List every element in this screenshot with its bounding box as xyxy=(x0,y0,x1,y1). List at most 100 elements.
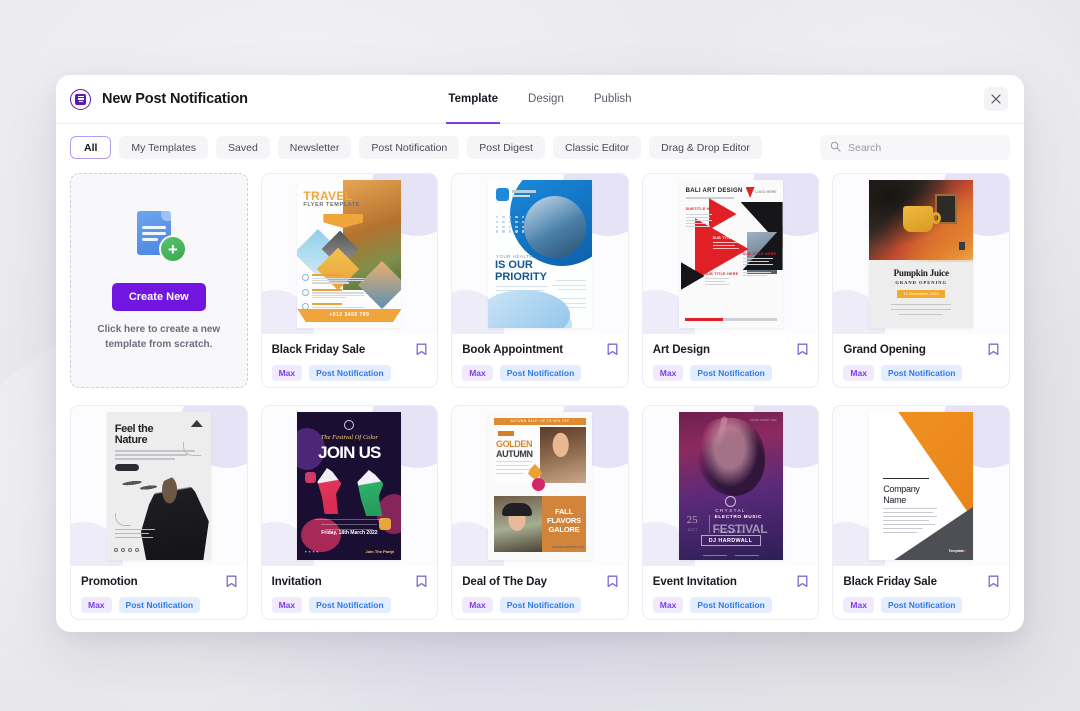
poster-logo-text: Template xyxy=(948,549,965,553)
poster-day: 25 xyxy=(686,514,698,526)
template-card[interactable]: AUTUMN SALE! UP TO 50% OFF GOLDEN AUTUMN xyxy=(451,405,629,620)
tab-template[interactable]: Template xyxy=(446,75,501,124)
poster-medical-flyer: YOUR HEALTH IS OUR PRIORITY xyxy=(487,180,592,328)
bookmark-icon[interactable] xyxy=(607,343,618,356)
template-tags: Max Post Notification xyxy=(81,597,237,613)
bookmark-icon[interactable] xyxy=(988,343,999,356)
tag-max: Max xyxy=(462,365,493,381)
filter-chip-drag-drop-editor[interactable]: Drag & Drop Editor xyxy=(649,136,762,159)
bookmark-icon[interactable] xyxy=(988,575,999,588)
poster-headline: Feel the Nature xyxy=(114,423,154,446)
poster-headline-1: GOLDEN xyxy=(495,439,533,449)
template-card[interactable]: YOUR HEALTH IS OUR PRIORITY Book Appoint… xyxy=(451,173,629,388)
filter-chip-my-templates[interactable]: My Templates xyxy=(119,136,209,159)
template-title: Promotion xyxy=(81,576,138,588)
template-card-body: Art Design Max Post Notification xyxy=(643,334,819,387)
tab-publish[interactable]: Publish xyxy=(592,75,634,124)
tag-category: Post Notification xyxy=(118,597,201,613)
poster-logo-text: LOGO HERE xyxy=(755,190,777,194)
template-tags: Max Post Notification xyxy=(271,597,428,613)
poster-feel-the-nature-flyer: Feel the Nature xyxy=(106,412,211,560)
filter-chip-classic-editor[interactable]: Classic Editor xyxy=(552,136,642,159)
bookmark-icon[interactable] xyxy=(607,575,618,588)
template-card-body: Black Friday Sale Max Post Notification xyxy=(262,334,438,387)
template-card[interactable]: Pumpkin Juice GRAND OPENING 12 November … xyxy=(832,173,1010,388)
new-post-notification-modal: New Post Notification Template Design Pu… xyxy=(56,75,1024,632)
filter-chip-saved[interactable]: Saved xyxy=(216,136,270,159)
poster-featuring: FEATURING xyxy=(717,530,744,534)
brand: New Post Notification xyxy=(70,88,248,110)
poster-headline: TRAVEL xyxy=(303,189,353,203)
template-card[interactable]: MUSIC EVENT 2022 CRYSTAL 25 OCT ELECTRO … xyxy=(641,405,820,620)
create-new-hint: Click here to create a new template from… xyxy=(97,324,221,350)
tag-max: Max xyxy=(652,597,684,613)
poster-headline: IS OUR PRIORITY xyxy=(494,259,547,283)
tag-max: Max xyxy=(652,365,684,381)
filter-chip-newsletter[interactable]: Newsletter xyxy=(277,136,352,159)
template-thumbnail: Company Name Template■ xyxy=(833,406,1009,566)
filter-chip-post-digest[interactable]: Post Digest xyxy=(467,136,545,159)
create-new-button[interactable]: Create New xyxy=(111,283,206,311)
template-grid: + Create New Click here to create a new … xyxy=(70,173,1010,620)
search-box[interactable] xyxy=(820,135,1010,160)
poster-pumpkin-juice-flyer: Pumpkin Juice GRAND OPENING 12 November … xyxy=(869,180,974,328)
template-thumbnail: Feel the Nature xyxy=(71,406,247,566)
bookmark-icon[interactable] xyxy=(797,575,808,588)
tag-max: Max xyxy=(843,597,874,613)
filter-chip-all[interactable]: All xyxy=(70,136,112,159)
poster-headline: JOIN US xyxy=(318,443,381,462)
poster-travel-flyer: TRAVEL FLYER TEMPLATE +012 3456 789 xyxy=(297,180,402,328)
filter-bar: All My Templates Saved Newsletter Post N… xyxy=(56,124,1024,171)
template-card-body: Book Appointment Max Post Notification xyxy=(452,334,628,387)
template-thumbnail: BALI ART DESIGN LOGO HERE SUBTITLE HERE xyxy=(642,174,819,334)
poster-headline: Company Name xyxy=(883,484,920,505)
poster-headline-2: AUTUMN xyxy=(495,449,533,459)
filter-chip-post-notification[interactable]: Post Notification xyxy=(359,136,460,159)
template-thumbnail: The Festival Of Color JOIN US Friday, 18… xyxy=(261,406,438,566)
search-input[interactable] xyxy=(848,141,1000,154)
template-card[interactable]: Feel the Nature Promotion Max Post Notif… xyxy=(70,405,248,620)
template-thumbnail: Pumpkin Juice GRAND OPENING 12 November … xyxy=(833,174,1009,334)
bookmark-icon[interactable] xyxy=(797,343,808,356)
template-title: Invitation xyxy=(271,576,322,588)
poster-subhead: FLYER TEMPLATE xyxy=(303,202,361,208)
template-thumbnail: MUSIC EVENT 2022 CRYSTAL 25 OCT ELECTRO … xyxy=(642,406,819,566)
tag-max: Max xyxy=(843,365,874,381)
create-new-card[interactable]: + Create New Click here to create a new … xyxy=(70,173,248,388)
tag-category: Post Notification xyxy=(880,597,963,613)
document-list-icon xyxy=(70,88,91,110)
poster-company-name-flyer: Company Name Template■ xyxy=(869,412,974,560)
template-card[interactable]: The Festival Of Color JOIN US Friday, 18… xyxy=(260,405,439,620)
poster-golden-autumn-flyer: AUTUMN SALE! UP TO 50% OFF GOLDEN AUTUMN xyxy=(487,412,592,560)
template-tags: Max Post Notification xyxy=(462,365,618,381)
poster-headline: Pumpkin Juice xyxy=(893,268,949,278)
template-tags: Max Post Notification xyxy=(843,597,999,613)
template-thumbnail: TRAVEL FLYER TEMPLATE +012 3456 789 xyxy=(261,174,438,334)
template-tags: Max Post Notification xyxy=(843,365,999,381)
tag-max: Max xyxy=(271,365,303,381)
template-card-body: Event Invitation Max Post Notification xyxy=(643,566,819,619)
poster-kicker: The Festival Of Color xyxy=(320,434,378,441)
tag-category: Post Notification xyxy=(880,365,963,381)
template-thumbnail: YOUR HEALTH IS OUR PRIORITY xyxy=(452,174,628,334)
search-icon xyxy=(830,139,841,157)
template-card[interactable]: Company Name Template■ Black Friday Sale xyxy=(832,405,1010,620)
template-tags: Max Post Notification xyxy=(652,597,809,613)
template-title: Black Friday Sale xyxy=(843,576,937,588)
tag-category: Post Notification xyxy=(690,597,772,613)
template-title: Art Design xyxy=(652,344,710,356)
poster-footer: Join The Party! xyxy=(365,549,395,554)
template-card-body: Invitation Max Post Notification xyxy=(262,566,438,619)
poster-subhead: GRAND OPENING xyxy=(895,280,947,285)
template-card-body: Grand Opening Max Post Notification xyxy=(833,334,1009,387)
bookmark-icon[interactable] xyxy=(416,575,427,588)
template-card[interactable]: TRAVEL FLYER TEMPLATE +012 3456 789 Blac xyxy=(260,173,439,388)
tab-design[interactable]: Design xyxy=(526,75,566,124)
poster-sub1: SUBTITLE HERE xyxy=(685,207,719,211)
template-card[interactable]: BALI ART DESIGN LOGO HERE SUBTITLE HERE xyxy=(641,173,820,388)
bookmark-icon[interactable] xyxy=(416,343,427,356)
close-icon[interactable] xyxy=(984,87,1008,111)
bookmark-icon[interactable] xyxy=(226,575,237,588)
template-title: Deal of The Day xyxy=(462,576,547,588)
poster-topbar: AUTUMN SALE! UP TO 50% OFF xyxy=(510,419,570,423)
